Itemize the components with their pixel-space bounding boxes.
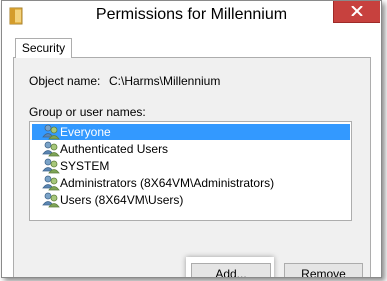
list-item-label: Authenticated Users [60,142,169,156]
list-item-system[interactable]: SYSTEM [32,158,350,174]
window-title: Permissions for Millennium [95,6,288,23]
close-button[interactable] [333,1,380,23]
user-group-icon [42,175,60,191]
list-item-label: Everyone [60,125,111,139]
permissions-dialog: Permissions for Millennium Security Obje… [1,0,382,278]
group-user-listbox[interactable]: Everyone Authenticated Users SYSTEM Admi… [29,121,352,221]
list-item-everyone[interactable]: Everyone [32,124,350,140]
remove-button[interactable]: Remove [284,263,363,277]
user-group-icon [42,141,60,157]
object-name-label: Object name: [29,74,101,88]
list-item-label: SYSTEM [60,159,110,173]
dialog-body: Security Object name: C:\Harms\Millenniu… [2,31,381,277]
user-group-icon [42,124,60,140]
add-button[interactable]: Add... [191,263,271,277]
user-group-icon [42,158,60,174]
security-panel: Object name: C:\Harms\Millennium Group o… [13,57,371,277]
list-item-label: Users (8X64VM\Users) [60,193,184,207]
list-item-users[interactable]: Users (8X64VM\Users) [32,192,350,208]
list-item-administrators[interactable]: Administrators (8X64VM\Administrators) [32,175,350,191]
list-item-authenticated-users[interactable]: Authenticated Users [32,141,350,157]
list-item-label: Administrators (8X64VM\Administrators) [60,176,275,190]
title-bar[interactable]: Permissions for Millennium [2,1,381,31]
close-icon [351,6,363,16]
user-group-icon [42,192,60,208]
tab-security[interactable]: Security [15,38,72,58]
object-name-value: C:\Harms\Millennium [109,74,221,88]
group-or-user-names-label: Group or user names: [29,105,146,119]
